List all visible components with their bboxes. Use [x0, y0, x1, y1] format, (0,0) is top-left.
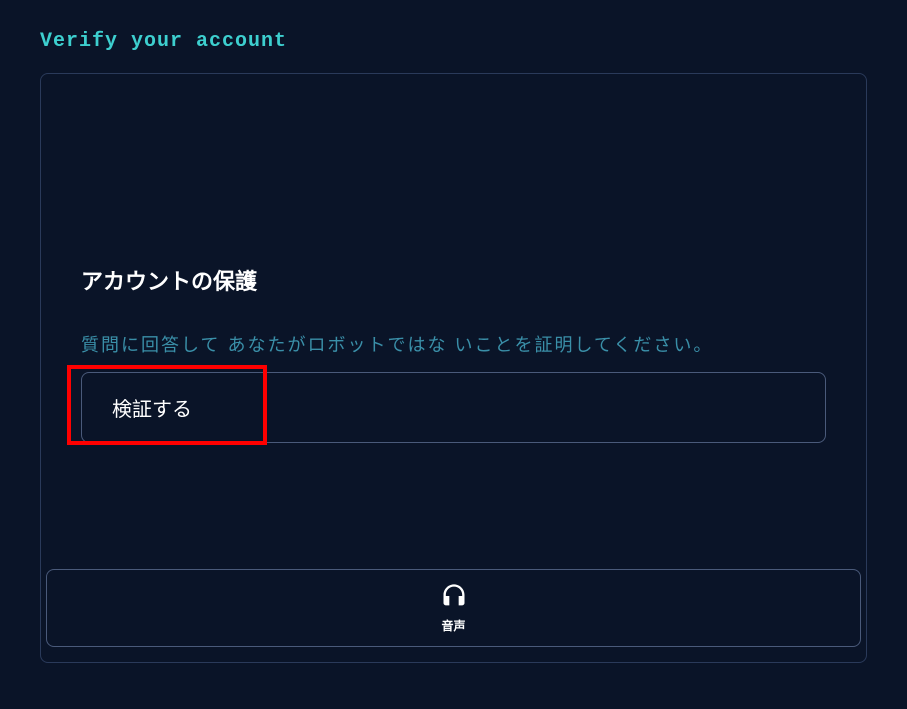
- verify-button-wrapper: 検証する: [81, 372, 826, 443]
- captcha-instruction: 質問に回答して あなたがロボットではな いことを証明してください。: [81, 331, 826, 357]
- captcha-container: アカウントの保護 質問に回答して あなたがロボットではな いことを証明してくださ…: [40, 73, 867, 663]
- audio-button-label: 音声: [441, 617, 465, 634]
- verify-button[interactable]: 検証する: [81, 372, 826, 443]
- captcha-content: アカウントの保護 質問に回答して あなたがロボットではな いことを証明してくださ…: [41, 74, 866, 443]
- audio-challenge-button[interactable]: 音声: [46, 569, 861, 647]
- page-title: Verify your account: [0, 0, 907, 73]
- headphones-icon: [438, 582, 470, 613]
- protect-account-heading: アカウントの保護: [81, 264, 826, 296]
